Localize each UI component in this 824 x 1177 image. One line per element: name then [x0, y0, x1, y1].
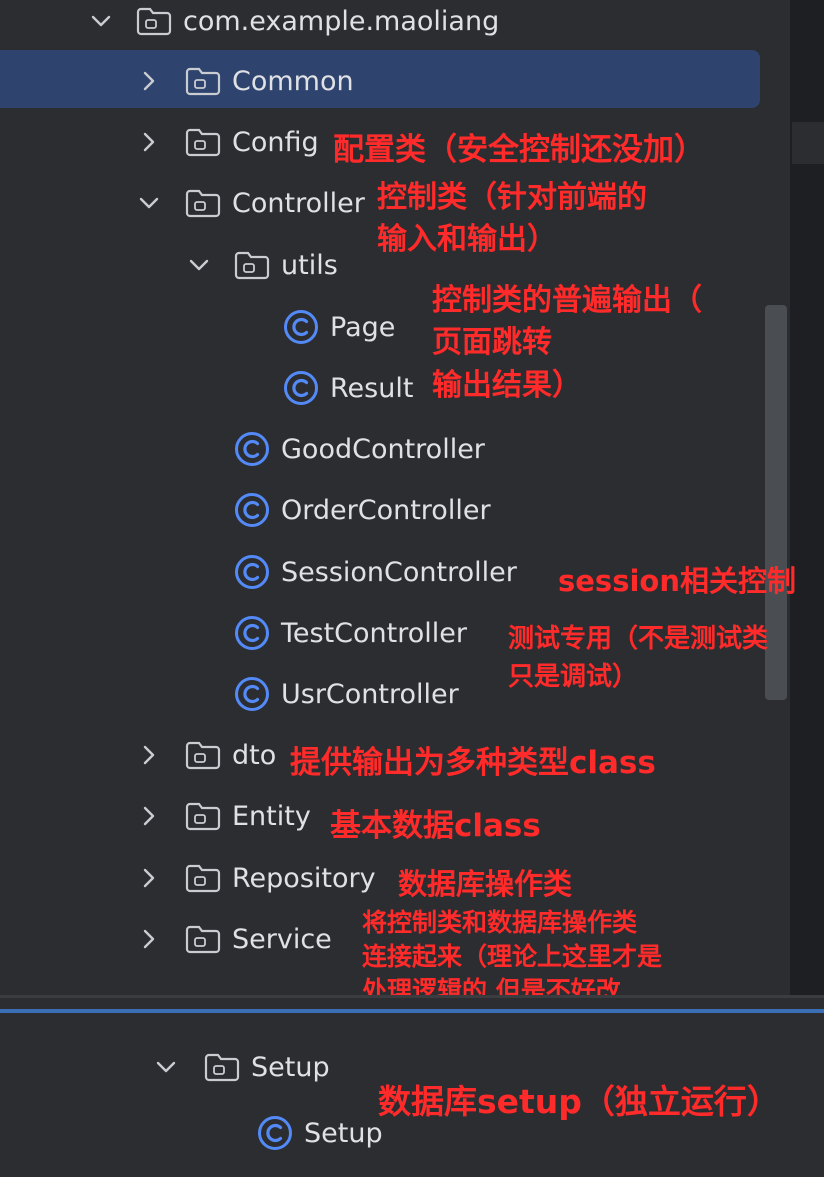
annotation-utils-line3: 输出结果） — [432, 368, 582, 403]
tree-item-entity[interactable]: Entity — [185, 791, 311, 841]
folder-icon — [136, 6, 172, 36]
folder-icon — [204, 1052, 240, 1082]
panel-divider — [0, 995, 824, 998]
folder-icon — [234, 250, 270, 280]
tree-item-label: Controller — [232, 187, 365, 219]
tree-item-label: Common — [232, 65, 354, 97]
annotation-test-line1: 测试专用（不是测试类 — [508, 624, 769, 654]
folder-icon — [185, 127, 221, 157]
tree-item-usr-controller[interactable]: UsrController — [234, 669, 459, 719]
chevron-right-icon[interactable] — [136, 742, 162, 768]
tree-item-utils[interactable]: utils — [234, 240, 338, 290]
tree-item-label: Config — [232, 126, 319, 158]
gutter-marker — [792, 122, 824, 164]
tree-item-label: Result — [330, 372, 414, 404]
tree-item-session-controller[interactable]: SessionController — [234, 547, 517, 597]
tree-item-label: GoodController — [281, 433, 485, 465]
annotation-entity: 基本数据class — [330, 808, 541, 844]
tree-item-label: Setup — [251, 1051, 330, 1083]
annotation-utils-line1: 控制类的普遍输出（ — [432, 283, 702, 318]
tree-item-good-controller[interactable]: GoodController — [234, 424, 485, 474]
setup-tree-panel: Setup Setup 数据库setup（独立运行） — [0, 995, 824, 1177]
tree-item-label: SessionController — [281, 556, 517, 588]
tree-item-order-controller[interactable]: OrderController — [234, 485, 491, 535]
folder-icon — [185, 66, 221, 96]
tree-item-label: Setup — [304, 1117, 383, 1149]
tree-item-page[interactable]: Page — [283, 302, 395, 352]
tree-item-label: Entity — [232, 800, 311, 832]
folder-icon — [185, 740, 221, 770]
tree-item-test-controller[interactable]: TestController — [234, 608, 467, 658]
class-icon — [234, 554, 270, 590]
tree-item-dto[interactable]: dto — [185, 730, 276, 780]
folder-icon — [185, 801, 221, 831]
annotation-repository: 数据库操作类 — [398, 867, 573, 901]
chevron-right-icon[interactable] — [136, 129, 162, 155]
tree-item-service[interactable]: Service — [185, 914, 332, 964]
tree-item-label: TestController — [281, 617, 467, 649]
class-icon — [234, 615, 270, 651]
chevron-right-icon[interactable] — [136, 865, 162, 891]
class-icon — [234, 492, 270, 528]
annotation-utils-line2: 页面跳转 — [432, 325, 552, 360]
annotation-controller-line2: 输入和输出） — [377, 222, 557, 257]
tree-item-controller[interactable]: Controller — [185, 178, 365, 228]
class-icon — [283, 370, 319, 406]
chevron-right-icon[interactable] — [136, 68, 162, 94]
annotation-dto: 提供输出为多种类型class — [290, 745, 656, 781]
class-icon — [257, 1115, 293, 1151]
annotation-service-line1: 将控制类和数据库操作类 — [362, 908, 638, 937]
annotation-controller-line1: 控制类（针对前端的 — [377, 180, 647, 215]
chevron-down-icon[interactable] — [153, 1054, 179, 1080]
panel-accent-line — [0, 1009, 824, 1013]
chevron-down-icon[interactable] — [186, 252, 212, 278]
selection-highlight — [0, 50, 760, 108]
annotation-service-line2: 连接起来（理论上这里才是 — [362, 942, 663, 971]
annotation-config: 配置类（安全控制还没加） — [333, 132, 705, 168]
annotation-test-line2: 只是调试） — [508, 662, 639, 692]
chevron-right-icon[interactable] — [136, 926, 162, 952]
folder-icon — [185, 863, 221, 893]
tree-item-label: Repository — [232, 862, 376, 894]
tree-item-label: com.example.maoliang — [183, 5, 500, 37]
chevron-down-icon[interactable] — [88, 8, 114, 34]
annotation-setup: 数据库setup（独立运行） — [378, 1082, 780, 1121]
tree-item-repository[interactable]: Repository — [185, 853, 376, 903]
tree-item-label: Page — [330, 311, 396, 343]
folder-icon — [185, 188, 221, 218]
tree-item-label: Service — [232, 923, 332, 955]
tree-item-result[interactable]: Result — [283, 363, 413, 413]
tree-item-label: dto — [232, 739, 277, 771]
folder-icon — [185, 924, 221, 954]
chevron-right-icon[interactable] — [136, 803, 162, 829]
class-icon — [283, 309, 319, 345]
annotation-session: session相关控制 — [558, 564, 796, 598]
tree-item-label: OrderController — [281, 494, 491, 526]
tree-item-setup-folder[interactable]: Setup — [204, 1042, 330, 1092]
tree-item-label: UsrController — [281, 678, 459, 710]
class-icon — [234, 431, 270, 467]
tree-item-config[interactable]: Config — [185, 117, 319, 167]
chevron-down-icon[interactable] — [136, 190, 162, 216]
tree-item-common[interactable]: Common — [185, 56, 354, 106]
project-tree-panel: com.example.maoliang Common Config Contr… — [0, 0, 824, 1005]
tree-item-package[interactable]: com.example.maoliang — [136, 0, 499, 46]
tree-item-label: utils — [281, 249, 338, 281]
tree-item-setup-class[interactable]: Setup — [257, 1108, 383, 1158]
class-icon — [234, 676, 270, 712]
vertical-scrollbar[interactable] — [765, 305, 787, 700]
